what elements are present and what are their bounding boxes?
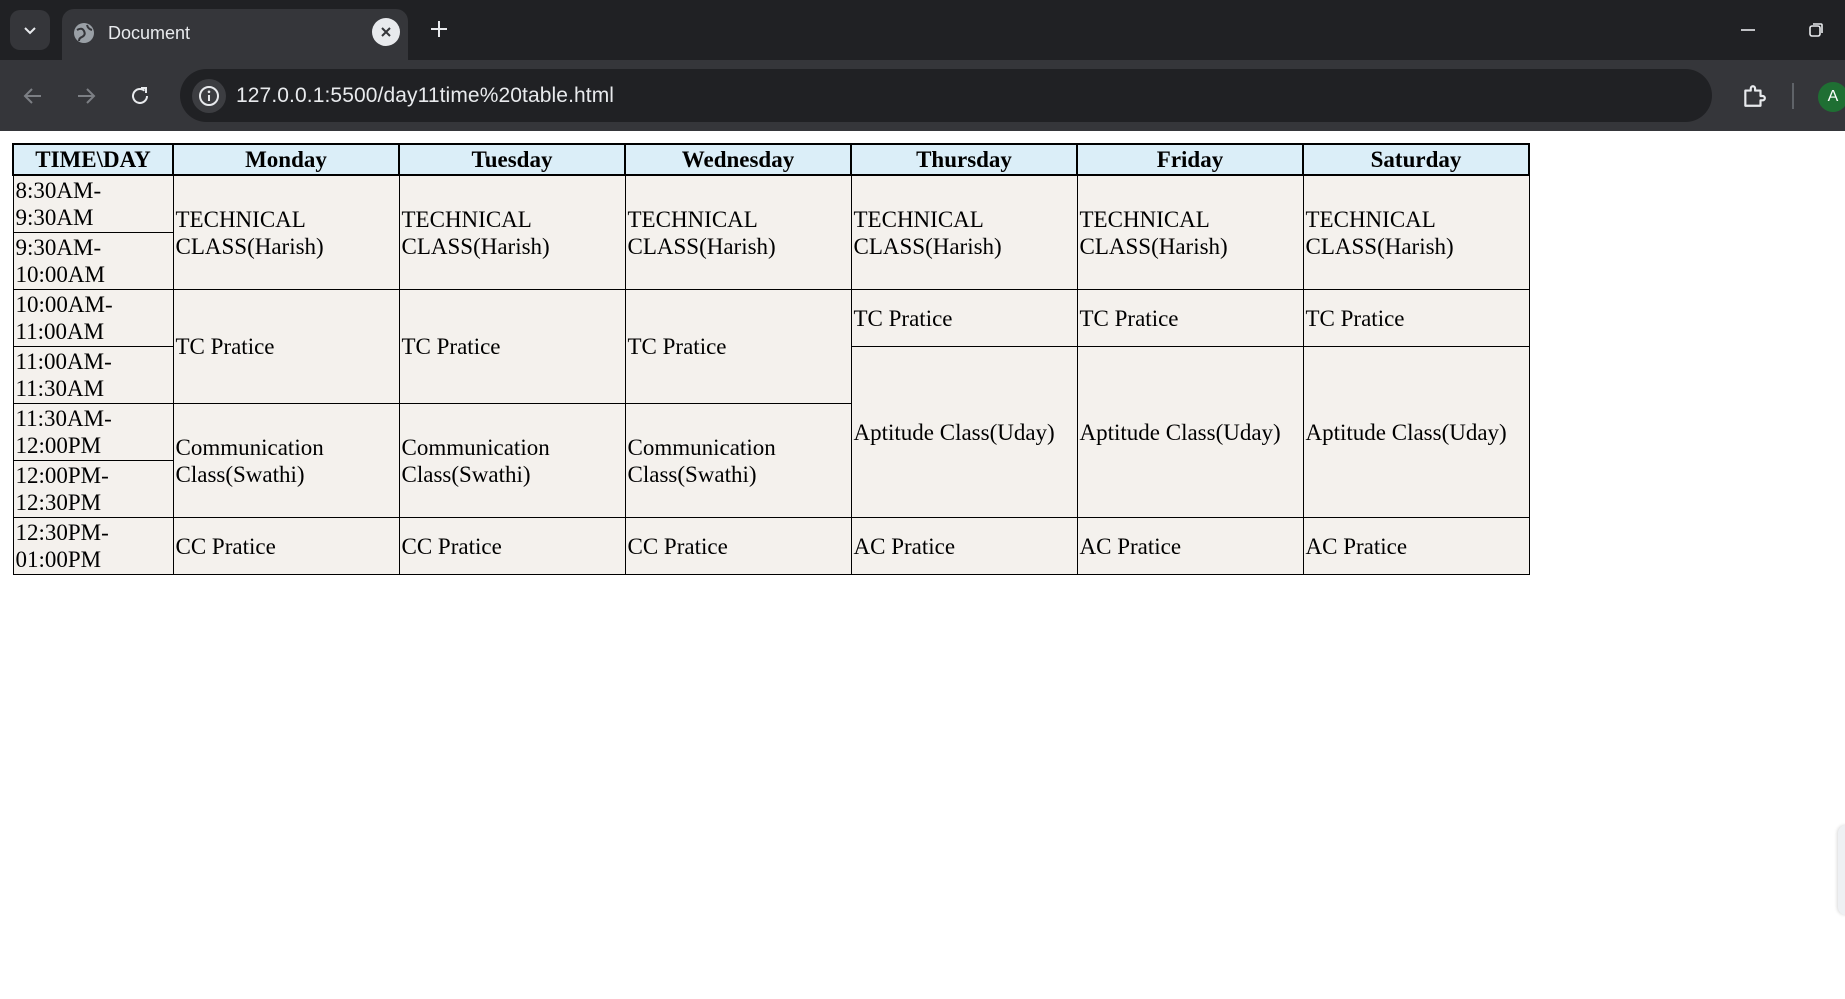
info-icon: [199, 86, 219, 106]
class-cell: CC Pratice: [398, 517, 626, 575]
class-cell: Communication Class(Swathi): [624, 403, 852, 518]
class-cell: Communication Class(Swathi): [172, 403, 400, 518]
page-content: TIME\DAY Monday Tuesday Wednesday Thursd…: [0, 131, 1845, 999]
tab-strip: Document: [0, 0, 1845, 60]
header-wednesday: Wednesday: [624, 143, 852, 176]
side-panel-handle[interactable]: [1838, 825, 1845, 915]
time-slot-cell: 11:00AM-11:30AM: [12, 346, 174, 404]
tab-close-button[interactable]: [372, 18, 400, 46]
class-cell: TC Pratice: [172, 289, 400, 404]
class-cell: AC Pratice: [1302, 517, 1530, 575]
restore-button[interactable]: [1794, 12, 1838, 48]
reload-button[interactable]: [120, 76, 160, 116]
profile-avatar[interactable]: A: [1818, 82, 1845, 112]
browser-tab[interactable]: Document: [62, 9, 408, 60]
url-text[interactable]: 127.0.0.1:5500/day11time%20table.html: [236, 83, 614, 109]
minimize-button[interactable]: [1726, 12, 1770, 48]
toolbar-divider: [1792, 83, 1794, 109]
new-tab-button[interactable]: [422, 12, 456, 46]
class-cell: TECHNICAL CLASS(Harish): [398, 174, 626, 290]
class-cell: CC Pratice: [172, 517, 400, 575]
class-cell: TECHNICAL CLASS(Harish): [850, 174, 1078, 290]
class-cell: Aptitude Class(Uday): [1076, 346, 1304, 518]
class-cell: Communication Class(Swathi): [398, 403, 626, 518]
time-slot-cell: 8:30AM-9:30AM: [12, 174, 174, 233]
arrow-right-icon: [78, 88, 96, 104]
reload-icon: [132, 87, 148, 104]
time-slot-cell: 12:30PM-01:00PM: [12, 517, 174, 575]
time-slot-cell: 12:00PM-12:30PM: [12, 460, 174, 518]
class-cell: Aptitude Class(Uday): [850, 346, 1078, 518]
table-row: 10:00AM-11:00AM TC Pratice TC Pratice TC…: [12, 289, 1530, 404]
back-button[interactable]: [13, 76, 53, 116]
timetable: TIME\DAY Monday Tuesday Wednesday Thursd…: [12, 143, 1530, 575]
class-cell: AC Pratice: [1076, 517, 1304, 575]
site-info-button[interactable]: [192, 79, 226, 113]
header-thursday: Thursday: [850, 143, 1078, 176]
table-row: 8:30AM-9:30AM TECHNICAL CLASS(Harish) TE…: [12, 174, 1530, 290]
header-friday: Friday: [1076, 143, 1304, 176]
close-icon: [381, 27, 391, 37]
class-cell: TECHNICAL CLASS(Harish): [624, 174, 852, 290]
chevron-down-icon: [24, 27, 36, 35]
table-row: 12:30PM-01:00PM CC Pratice CC Pratice CC…: [12, 517, 1530, 575]
class-cell: TC Pratice: [850, 289, 1078, 347]
puzzle-piece-icon: [1744, 85, 1766, 107]
class-cell: TC Pratice: [624, 289, 852, 404]
class-cell: AC Pratice: [850, 517, 1078, 575]
time-slot-cell: 11:30AM-12:00PM: [12, 403, 174, 461]
forward-button[interactable]: [66, 76, 106, 116]
arrow-left-icon: [23, 88, 41, 104]
header-row: TIME\DAY Monday Tuesday Wednesday Thursd…: [12, 143, 1530, 176]
time-slot-cell: 9:30AM-10:00AM: [12, 232, 174, 290]
class-cell: CC Pratice: [624, 517, 852, 575]
header-tuesday: Tuesday: [398, 143, 626, 176]
class-cell: TECHNICAL CLASS(Harish): [172, 174, 400, 290]
class-cell: TC Pratice: [398, 289, 626, 404]
header-saturday: Saturday: [1302, 143, 1530, 176]
class-cell: TECHNICAL CLASS(Harish): [1076, 174, 1304, 290]
browser-toolbar: 127.0.0.1:5500/day11time%20table.html A: [0, 60, 1845, 131]
class-cell: Aptitude Class(Uday): [1302, 346, 1530, 518]
class-cell: TECHNICAL CLASS(Harish): [1302, 174, 1530, 290]
class-cell: TC Pratice: [1302, 289, 1530, 347]
extensions-button[interactable]: [1734, 76, 1774, 116]
tab-title: Document: [108, 23, 191, 43]
header-time-day: TIME\DAY: [12, 143, 174, 176]
time-slot-cell: 10:00AM-11:00AM: [12, 289, 174, 347]
class-cell: TC Pratice: [1076, 289, 1304, 347]
restore-icon: [1809, 23, 1823, 37]
globe-icon: [72, 21, 96, 45]
address-bar[interactable]: 127.0.0.1:5500/day11time%20table.html: [180, 69, 1845, 122]
header-monday: Monday: [172, 143, 400, 176]
tab-search-button[interactable]: [10, 10, 50, 50]
minimize-icon: [1741, 29, 1755, 31]
plus-icon: [431, 21, 447, 37]
